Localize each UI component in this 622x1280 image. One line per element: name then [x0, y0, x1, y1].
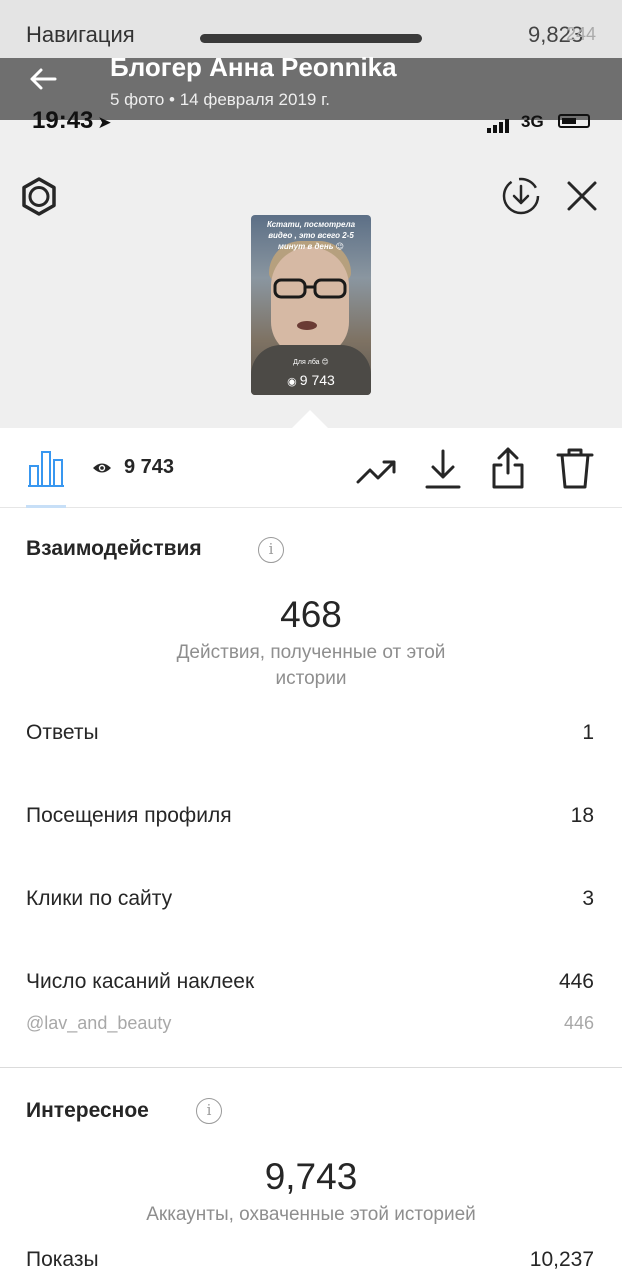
impressions-value: 10,237	[529, 1248, 594, 1271]
thumb-glasses	[273, 278, 347, 299]
status-time: 19:43 ➤	[32, 107, 112, 135]
download-circle-icon[interactable]	[500, 175, 542, 217]
settings-icon[interactable]	[18, 176, 60, 218]
underlying-count-faint: 244	[566, 24, 597, 44]
location-arrow-icon: ➤	[97, 113, 112, 132]
sticker-taps-label: Число касаний наклеек	[26, 970, 255, 993]
website-clicks-value: 3	[582, 887, 594, 910]
thumb-views: ◉ 9 743	[251, 372, 371, 388]
discovery-caption: Аккаунты, охваченные этой историей	[146, 1204, 476, 1225]
impressions-label: Показы	[26, 1248, 99, 1271]
sticker-handle-label: @lav_and_beauty	[26, 1013, 172, 1033]
thumb-eye-icon: ◉	[287, 376, 297, 388]
battery-icon	[558, 114, 590, 128]
underlying-nav-label: Навигация	[26, 22, 135, 47]
bar-chart-icon[interactable]	[26, 448, 66, 488]
story-toolbar: 9 743	[0, 428, 622, 508]
back-arrow-icon[interactable]	[28, 64, 58, 94]
story-thumbnail[interactable]: Кстати, посмотрела видео , это всего 2-5…	[251, 215, 371, 395]
sticker-taps-value: 446	[558, 970, 594, 993]
info-icon[interactable]: i	[196, 1098, 222, 1124]
share-icon[interactable]	[489, 446, 527, 490]
status-time-text: 19:43	[32, 107, 94, 134]
views-count: 9 743	[124, 456, 175, 478]
thumb-caption: Кстати, посмотрела видео , это всего 2-5…	[266, 220, 356, 251]
discovery-title: Интересное	[26, 1099, 149, 1122]
thumb-views-count: 9 743	[299, 372, 335, 388]
profile-visits-value: 18	[570, 804, 594, 827]
download-icon[interactable]	[424, 448, 462, 490]
discovery-total: 9,743	[264, 1156, 358, 1197]
active-tab-indicator	[26, 505, 66, 508]
interactions-title: Взаимодействия	[26, 537, 202, 560]
thumb-subtitle: Для лба 😊	[293, 359, 329, 366]
story-preview-area: Навигация 9,823 244 Блогер Анна Peonnika…	[0, 0, 622, 428]
signal-icon	[487, 115, 511, 133]
gallery-subtitle: 5 фото • 14 февраля 2019 г.	[110, 90, 330, 109]
trash-icon[interactable]	[555, 446, 595, 490]
info-icon[interactable]: i	[258, 537, 284, 563]
interactions-caption: Действия, полученные от этой истории	[176, 642, 446, 689]
website-clicks-label: Клики по сайту	[26, 887, 173, 910]
sticker-handle-value: 446	[563, 1013, 594, 1033]
close-icon[interactable]	[562, 176, 602, 216]
selected-pointer	[292, 410, 328, 428]
eye-icon	[93, 463, 111, 473]
section-divider	[0, 1067, 622, 1068]
replies-label: Ответы	[26, 721, 99, 744]
trend-arrow-icon[interactable]	[356, 450, 398, 490]
interactions-total: 468	[280, 594, 342, 635]
notch-pill	[200, 34, 422, 43]
gallery-title: Блогер Анна Peonnika	[110, 52, 397, 82]
replies-value: 1	[582, 721, 594, 744]
network-label: 3G	[521, 112, 544, 131]
thumb-mouth	[297, 321, 317, 330]
thumb-face	[271, 247, 349, 357]
profile-visits-label: Посещения профиля	[26, 804, 232, 827]
